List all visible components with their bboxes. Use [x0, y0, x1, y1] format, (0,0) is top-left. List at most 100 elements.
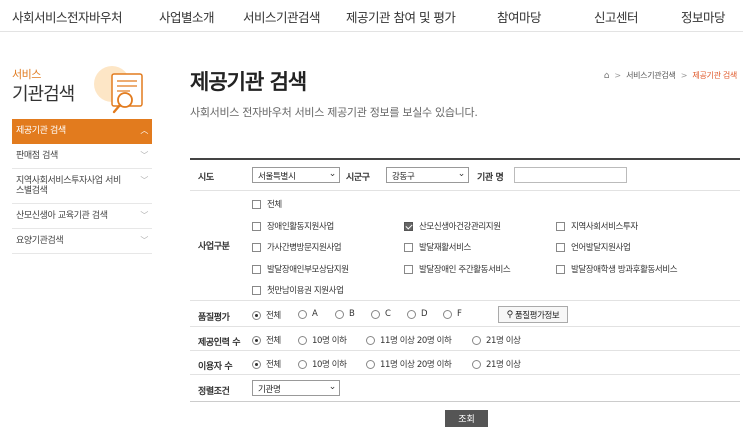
checkbox-box [252, 285, 261, 295]
grade-radio[interactable]: C [371, 309, 391, 319]
quality-info-button[interactable]: ⚲ 품질평가정보 [498, 306, 568, 323]
nav-item-org-search[interactable]: 서비스기관검색 [243, 7, 321, 26]
page-title: 제공기관 검색 [190, 70, 307, 94]
chevron-down-icon: ﹀ [140, 235, 148, 245]
sidebar-brand-title: 기관검색 [12, 84, 75, 105]
breadcrumb-section[interactable]: 서비스기관검색 [626, 71, 676, 80]
checkbox-box [252, 221, 261, 231]
sido-label: 시도 [198, 173, 214, 183]
business-row: 사업구분 전체 장애인활동지원사업 산모신생아건강관리지원 지역사회서비스투자 … [190, 191, 740, 301]
business-all-checkbox[interactable]: 전체 [252, 198, 282, 210]
business-checkbox[interactable]: 발달장애학생 방과후활동서비스 [556, 263, 678, 275]
sort-select[interactable]: 기관명 ⌄ [252, 380, 340, 396]
radio-label: 전체 [266, 360, 281, 370]
users-radio[interactable]: 10명 이하 [298, 358, 347, 370]
radio-label: 11명 이상 20명 이하 [380, 336, 452, 346]
sigungu-select[interactable]: 강동구 ⌄ [386, 167, 469, 183]
nav-item-voucher[interactable]: 사회서비스전자바우처 [12, 7, 123, 26]
radio-label: 10명 이하 [312, 336, 347, 346]
breadcrumb: ⌂ > 서비스기관검색 > 제공기관 검색 [604, 70, 738, 81]
business-checkbox[interactable]: 지역사회서비스투자 [556, 220, 638, 232]
sidebar-item-maternity-edu[interactable]: 산모신생아 교육기관 검색 ﹀ [12, 204, 152, 229]
checkbox-label: 발달장애인부모상담지원 [267, 265, 349, 275]
sidebar-item-label: 제공기관 검색 [16, 126, 66, 136]
nav-item-community[interactable]: 참여마당 [497, 7, 542, 26]
checkbox-box [556, 264, 565, 274]
checkbox-box [252, 199, 261, 209]
staff-radio[interactable]: 10명 이하 [298, 334, 347, 346]
nav-item-participation[interactable]: 제공기관 참여 및 평가 [346, 7, 456, 26]
radio-label: D [421, 309, 428, 319]
checkbox-label: 전체 [267, 200, 282, 210]
nav-item-info[interactable]: 정보마당 [681, 7, 726, 26]
sidebar-item-label: 판매점 검색 [16, 150, 58, 161]
org-name-label: 기관 명 [477, 173, 504, 183]
sidebar-item-label: 지역사회서비스투자사업 서비스별검색 [16, 175, 121, 197]
org-name-input[interactable] [514, 167, 627, 183]
sigungu-label: 시군구 [346, 173, 370, 183]
checkbox-box [252, 264, 261, 274]
search-submit-button[interactable]: 조회 [445, 410, 488, 427]
staff-radio[interactable]: 전체 [252, 334, 281, 346]
checkbox-box [556, 221, 565, 231]
top-navigation: 사회서비스전자바우처 사업별소개 서비스기관검색 제공기관 참여 및 평가 참여… [0, 0, 743, 32]
grade-radio[interactable]: F [443, 309, 462, 319]
radio-label: 전체 [266, 336, 281, 346]
radio-dot [298, 359, 307, 369]
sidebar-menu: 제공기관 검색 ︿ 판매점 검색 ﹀ 지역사회서비스투자사업 서비스별검색 ﹀ … [12, 119, 152, 254]
business-checkbox[interactable]: 장애인활동지원사업 [252, 220, 334, 232]
radio-dot [252, 310, 261, 320]
nav-item-report[interactable]: 신고센터 [594, 7, 639, 26]
sort-value: 기관명 [258, 385, 281, 395]
radio-dot [252, 335, 261, 345]
users-radio[interactable]: 11명 이상 20명 이하 [366, 358, 452, 370]
business-checkbox[interactable]: 발달장애인 주간활동서비스 [404, 263, 511, 275]
business-checkbox[interactable]: 산모신생아건강관리지원 [404, 220, 501, 232]
radio-dot [443, 309, 452, 319]
radio-label: 전체 [266, 311, 281, 321]
sidebar-item-care-search[interactable]: 요양기관검색 ﹀ [12, 229, 152, 254]
radio-dot [407, 309, 416, 319]
checkbox-label: 첫만남이용권 지원사업 [267, 286, 344, 296]
radio-dot [252, 359, 261, 369]
users-radio[interactable]: 21명 이상 [472, 358, 521, 370]
business-checkbox[interactable]: 언어발달지원사업 [556, 241, 631, 253]
sidebar-item-org-search[interactable]: 제공기관 검색 ︿ [12, 119, 152, 144]
checkbox-label: 언어발달지원사업 [571, 243, 631, 253]
nav-item-business[interactable]: 사업별소개 [159, 7, 215, 26]
business-checkbox[interactable]: 발달재활서비스 [404, 241, 471, 253]
sidebar-item-label: 요양기관검색 [16, 235, 64, 246]
checkbox-label: 지역사회서비스투자 [571, 222, 638, 232]
chevron-down-icon: ﹀ [140, 211, 148, 221]
business-checkbox[interactable]: 첫만남이용권 지원사업 [252, 284, 344, 296]
users-row: 이용자 수 전체 10명 이하 11명 이상 20명 이하 21명 이상 [190, 351, 740, 375]
sido-select[interactable]: 서울특별시 ⌄ [252, 167, 340, 183]
checkbox-box [556, 242, 565, 252]
quality-info-button-label: 품질평가정보 [514, 310, 560, 321]
checkbox-box [404, 221, 413, 231]
business-checkbox[interactable]: 발달장애인부모상담지원 [252, 263, 349, 275]
grade-radio[interactable]: D [407, 309, 428, 319]
staff-label: 제공인력 수 [198, 338, 241, 348]
radio-dot [335, 309, 344, 319]
sido-value: 서울특별시 [258, 172, 296, 182]
sidebar-brand: 서비스 기관검색 [12, 62, 152, 120]
users-radio[interactable]: 전체 [252, 358, 281, 370]
staff-row: 제공인력 수 전체 10명 이하 11명 이상 20명 이하 21명 이상 [190, 327, 740, 351]
chevron-down-icon: ﹀ [140, 175, 148, 185]
grade-radio[interactable]: B [335, 309, 355, 319]
radio-dot [298, 335, 307, 345]
search-icon: ⚲ [506, 309, 514, 320]
sidebar-item-store-search[interactable]: 판매점 검색 ﹀ [12, 144, 152, 169]
search-document-icon [90, 62, 150, 118]
radio-dot [366, 335, 375, 345]
chevron-down-icon: ﹀ [140, 150, 148, 160]
business-checkbox[interactable]: 가사간병방문지원사업 [252, 241, 342, 253]
radio-label: 21명 이상 [486, 360, 521, 370]
grade-radio[interactable]: A [298, 309, 318, 319]
sidebar-item-community-service[interactable]: 지역사회서비스투자사업 서비스별검색 ﹀ [12, 169, 152, 205]
grade-radio[interactable]: 전체 [252, 309, 281, 321]
home-icon[interactable]: ⌂ [604, 71, 610, 81]
staff-radio[interactable]: 21명 이상 [472, 334, 521, 346]
staff-radio[interactable]: 11명 이상 20명 이하 [366, 334, 452, 346]
